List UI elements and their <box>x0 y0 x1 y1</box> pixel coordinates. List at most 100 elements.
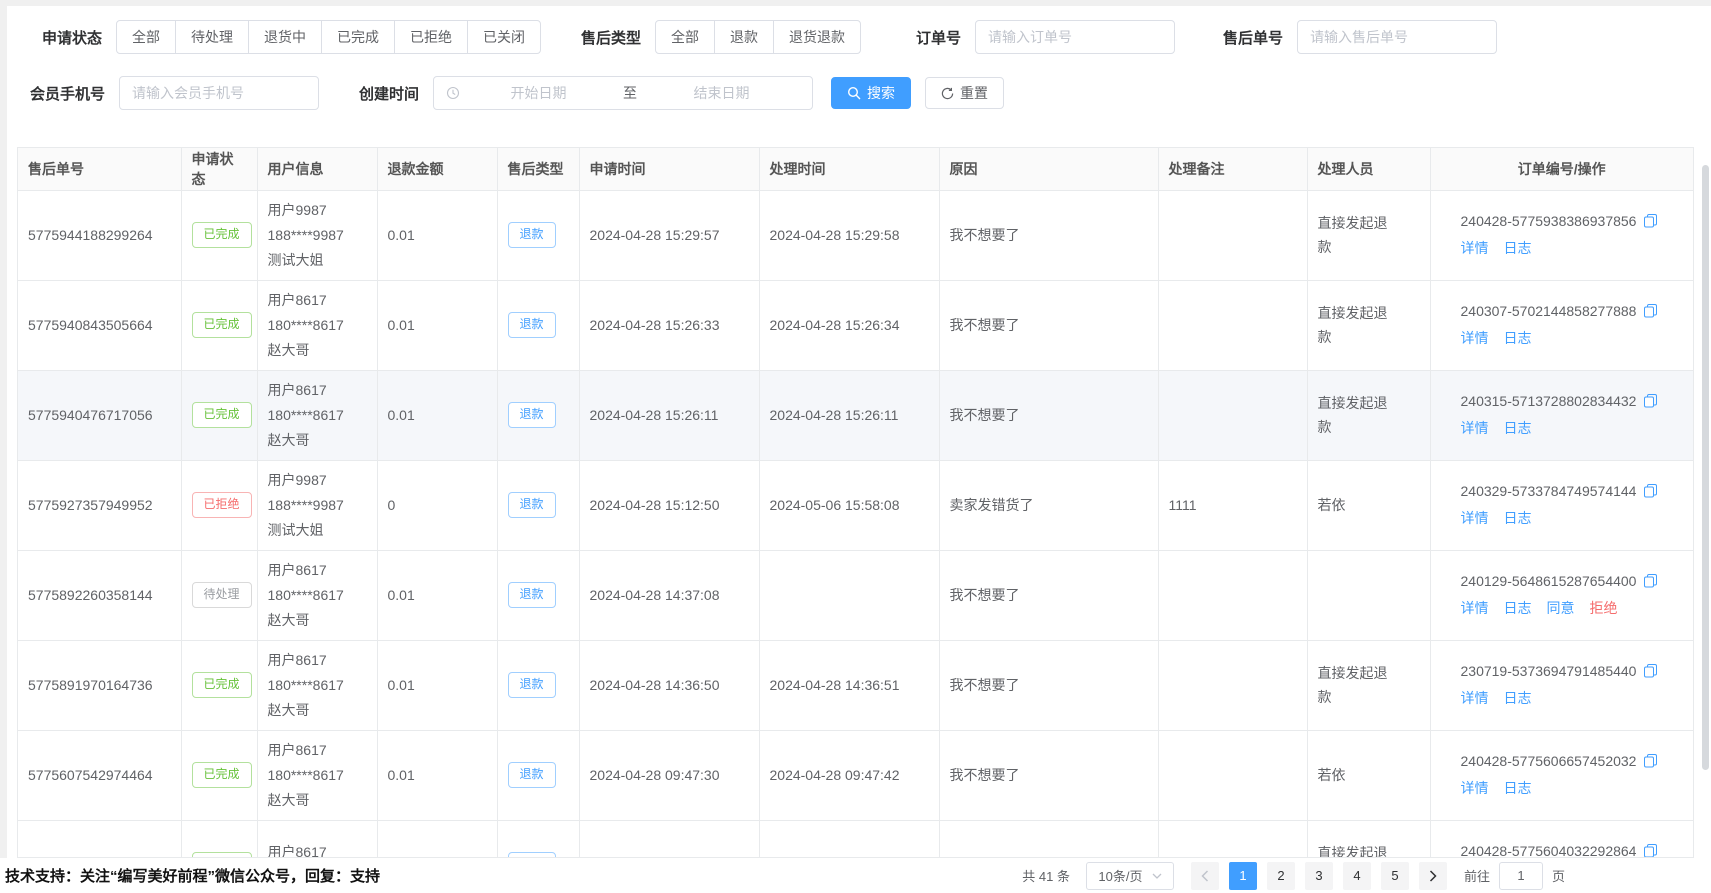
filter-row-1: 申请状态 全部 待处理 退货中 已完成 已拒绝 已关闭 售后类型 全部 退款 退… <box>42 20 1711 54</box>
user-info-cell: 用户8617180****8617赵大哥 <box>257 730 377 820</box>
start-date-placeholder[interactable]: 开始日期 <box>460 83 617 103</box>
status-cell: 已完成 <box>181 280 257 370</box>
reason-cell: 卖家发错货了 <box>939 460 1158 550</box>
end-date-placeholder[interactable]: 结束日期 <box>643 83 800 103</box>
phone-label: 会员手机号 <box>30 83 105 104</box>
type-filter-refund[interactable]: 退款 <box>714 20 774 54</box>
action-link[interactable]: 日志 <box>1504 598 1532 618</box>
status-cell: 已完成 <box>181 370 257 460</box>
table-row: 已完成用户8617180****8617退款直接发起退款240428-57756… <box>18 820 1693 858</box>
refresh-icon <box>941 87 954 100</box>
remark-cell <box>1158 640 1307 730</box>
page-button-5[interactable]: 5 <box>1381 862 1409 890</box>
prev-page-button[interactable] <box>1191 862 1219 890</box>
aftersale-no-cell: 5775940476717056 <box>18 370 181 460</box>
copy-icon[interactable] <box>1643 753 1658 768</box>
refund-amount-cell: 0.01 <box>377 190 497 280</box>
status-cell: 已完成 <box>181 730 257 820</box>
vertical-scrollbar[interactable] <box>1702 165 1709 770</box>
user-info-line: 180****8617 <box>268 673 367 698</box>
action-link[interactable]: 拒绝 <box>1590 598 1618 618</box>
status-filter-rejected[interactable]: 已拒绝 <box>394 20 468 54</box>
status-filter-closed[interactable]: 已关闭 <box>467 20 541 54</box>
apply-time-cell <box>579 820 759 858</box>
status-filter-completed[interactable]: 已完成 <box>321 20 395 54</box>
copy-icon[interactable] <box>1643 483 1658 498</box>
order-no-input[interactable] <box>975 20 1175 54</box>
action-link[interactable]: 同意 <box>1547 598 1575 618</box>
action-link[interactable]: 日志 <box>1504 328 1532 348</box>
type-filter-group: 全部 退款 退货退款 <box>655 20 861 54</box>
type-filter-return-refund[interactable]: 退货退款 <box>773 20 861 54</box>
aftersale-type-badge: 退款 <box>508 312 556 337</box>
arrow-right-icon <box>1429 870 1437 882</box>
user-info-line: 赵大哥 <box>268 338 367 363</box>
search-button[interactable]: 搜索 <box>831 77 911 109</box>
copy-icon[interactable] <box>1643 663 1658 678</box>
type-cell: 退款 <box>497 280 579 370</box>
order-no: 240329-5733784749574144 <box>1461 483 1637 499</box>
copy-icon[interactable] <box>1643 573 1658 588</box>
row-actions: 详情日志 <box>1461 778 1684 798</box>
action-link[interactable]: 详情 <box>1461 238 1489 258</box>
order-no: 240315-5713728802834432 <box>1461 393 1637 409</box>
order-no-label: 订单号 <box>916 27 961 48</box>
action-link[interactable]: 日志 <box>1504 238 1532 258</box>
refund-amount-cell <box>377 820 497 858</box>
page-button-1[interactable]: 1 <box>1229 862 1257 890</box>
user-info-line: 用户8617 <box>268 738 367 763</box>
apply-time-cell: 2024-04-28 14:37:08 <box>579 550 759 640</box>
handle-time-cell: 2024-04-28 15:29:58 <box>759 190 939 280</box>
table-row: 5775927357949952已拒绝用户9987188****9987测试大姐… <box>18 460 1693 550</box>
status-filter-pending[interactable]: 待处理 <box>175 20 249 54</box>
aftersale-no-cell: 5775927357949952 <box>18 460 181 550</box>
action-link[interactable]: 详情 <box>1461 418 1489 438</box>
action-link[interactable]: 详情 <box>1461 688 1489 708</box>
action-link[interactable]: 日志 <box>1504 418 1532 438</box>
goto-label: 前往 <box>1464 866 1490 885</box>
page-size-select[interactable]: 10条/页 <box>1086 862 1174 890</box>
reset-button[interactable]: 重置 <box>925 77 1004 109</box>
type-cell: 退款 <box>497 370 579 460</box>
filter-row-2: 会员手机号 创建时间 开始日期 至 结束日期 搜索 重置 <box>30 76 1711 110</box>
aftersale-no-cell: 5775944188299264 <box>18 190 181 280</box>
action-link[interactable]: 日志 <box>1504 778 1532 798</box>
status-filter-returning[interactable]: 退货中 <box>248 20 322 54</box>
search-button-label: 搜索 <box>867 83 895 103</box>
type-filter-all[interactable]: 全部 <box>655 20 715 54</box>
copy-icon[interactable] <box>1643 303 1658 318</box>
type-filter-label: 售后类型 <box>581 27 641 48</box>
order-no-line: 240129-5648615287654400 <box>1461 573 1684 589</box>
page-button-3[interactable]: 3 <box>1305 862 1333 890</box>
handler-text: 直接发起退款 <box>1318 391 1396 439</box>
page-button-2[interactable]: 2 <box>1267 862 1295 890</box>
pagination: 共 41 条 10条/页 12345 前往 页 <box>1022 862 1565 890</box>
aftersale-no-input[interactable] <box>1297 20 1497 54</box>
action-link[interactable]: 详情 <box>1461 598 1489 618</box>
order-no-line: 240315-5713728802834432 <box>1461 393 1684 409</box>
aftersale-type-badge: 退款 <box>508 762 556 787</box>
order-no: 240129-5648615287654400 <box>1461 573 1637 589</box>
copy-icon[interactable] <box>1643 843 1658 858</box>
order-no-line: 240428-5775604032292864 <box>1461 843 1684 859</box>
type-cell: 退款 <box>497 550 579 640</box>
col-apply-time: 申请时间 <box>579 148 759 190</box>
action-link[interactable]: 日志 <box>1504 508 1532 528</box>
goto-page-input[interactable] <box>1499 862 1543 890</box>
next-page-button[interactable] <box>1419 862 1447 890</box>
action-link[interactable]: 详情 <box>1461 508 1489 528</box>
action-link[interactable]: 日志 <box>1504 688 1532 708</box>
action-link[interactable]: 详情 <box>1461 778 1489 798</box>
action-link[interactable]: 详情 <box>1461 328 1489 348</box>
copy-icon[interactable] <box>1643 213 1658 228</box>
status-cell: 已完成 <box>181 190 257 280</box>
filter-panel: 申请状态 全部 待处理 退货中 已完成 已拒绝 已关闭 售后类型 全部 退款 退… <box>7 6 1711 110</box>
copy-icon[interactable] <box>1643 393 1658 408</box>
page-button-4[interactable]: 4 <box>1343 862 1371 890</box>
row-actions: 详情日志 <box>1461 688 1684 708</box>
status-filter-all[interactable]: 全部 <box>116 20 176 54</box>
create-time-range-picker[interactable]: 开始日期 至 结束日期 <box>433 76 813 110</box>
user-info-cell: 用户8617180****8617赵大哥 <box>257 640 377 730</box>
reason-cell: 我不想要了 <box>939 730 1158 820</box>
phone-input[interactable] <box>119 76 319 110</box>
